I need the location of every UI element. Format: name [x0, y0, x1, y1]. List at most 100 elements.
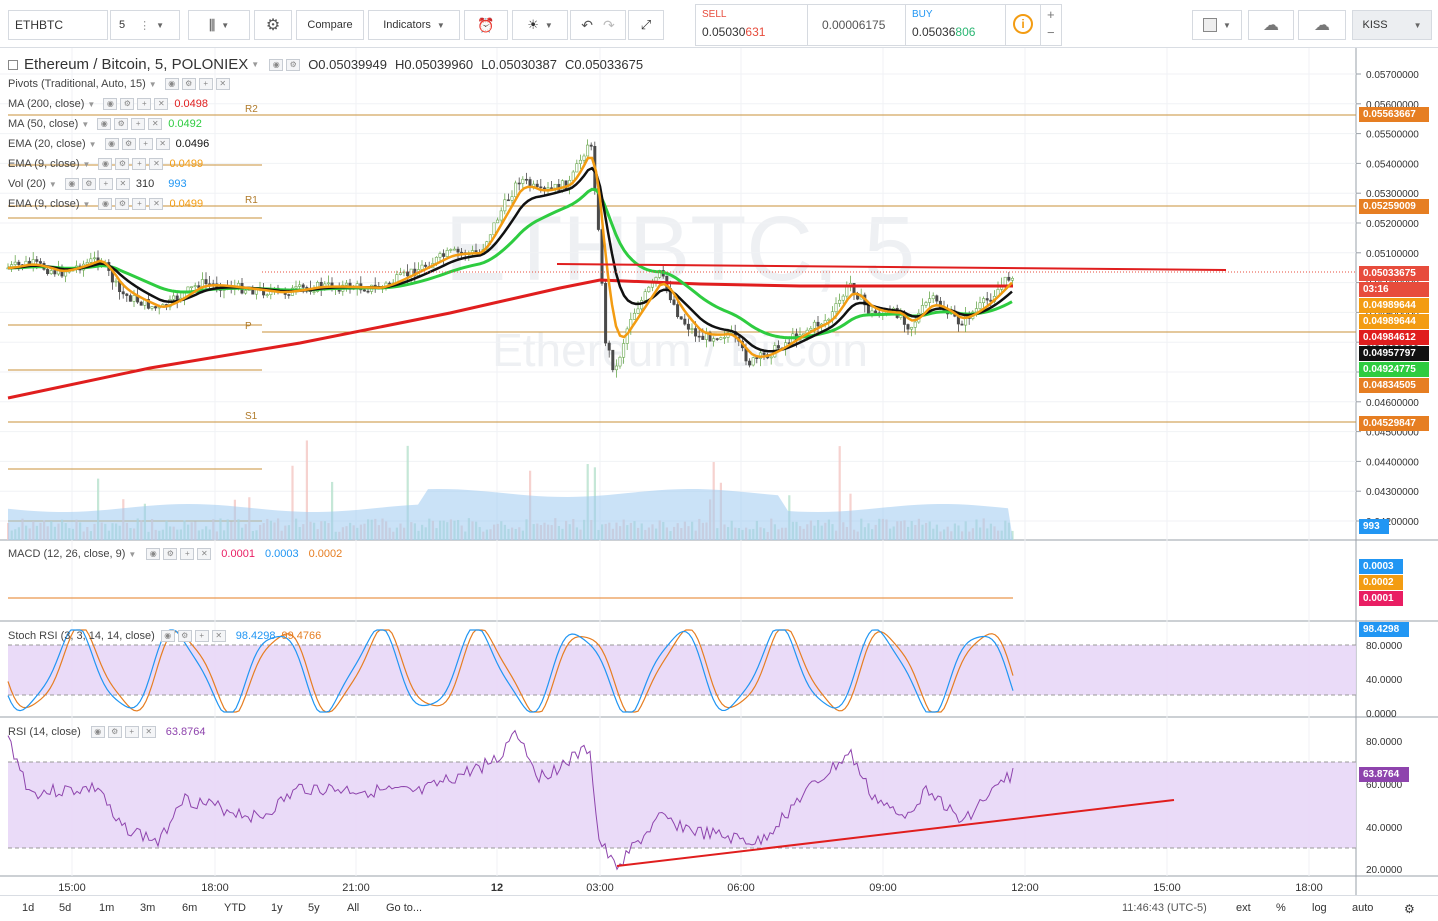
plus-icon[interactable]: + [180, 548, 195, 560]
chart-area[interactable]: ETHBTC, 5 Ethereum / Bitcoin R2 R1 P S1 0.0… [0, 48, 1438, 895]
plus-icon[interactable]: + [138, 138, 153, 150]
gear-icon[interactable]: ⚙ [115, 198, 130, 210]
eye-icon[interactable]: ◉ [98, 198, 113, 210]
eye-icon[interactable]: ◉ [269, 58, 284, 71]
goto-button[interactable]: Go to... [386, 902, 422, 914]
eye-icon[interactable]: ◉ [160, 630, 175, 642]
settings-icon[interactable]: ⚙ [1404, 902, 1415, 916]
chevron-down-icon[interactable]: ▼ [83, 160, 91, 169]
gear-icon[interactable]: ⚙ [107, 726, 122, 738]
collapse-icon[interactable] [8, 59, 18, 70]
chevron-down-icon[interactable]: ▼ [49, 180, 57, 189]
close-icon[interactable]: ✕ [149, 158, 164, 170]
gear-icon[interactable]: ⚙ [120, 98, 135, 110]
chevron-down-icon[interactable]: ▼ [87, 100, 95, 109]
close-icon[interactable]: ✕ [154, 98, 169, 110]
cloud-save-button[interactable]: ☁ [1298, 10, 1346, 40]
minus-icon[interactable]: − [1047, 25, 1055, 40]
compare-button[interactable]: Compare [296, 10, 364, 40]
redo-icon[interactable]: ↷ [603, 17, 615, 34]
plus-icon[interactable]: + [1047, 7, 1055, 22]
indicator-legend[interactable]: MA (200, close) ▼ ◉ ⚙ + ✕ 0.0498 [8, 98, 208, 110]
range-button[interactable]: 1d [22, 902, 34, 914]
range-button[interactable]: 5y [308, 902, 320, 914]
gear-icon[interactable]: ⚙ [286, 58, 301, 71]
drawing-tools-button[interactable]: ☀ ▼ [512, 10, 568, 40]
eye-icon[interactable]: ◉ [64, 178, 79, 190]
candle-body [492, 222, 496, 236]
undo-icon[interactable]: ↶ [581, 17, 593, 34]
indicator-legend[interactable]: EMA (9, close) ▼ ◉ ⚙ + ✕ 0.0499 [8, 158, 203, 170]
buy-button[interactable]: BUY 0.05036806 [906, 5, 1006, 45]
cloud-load-button[interactable]: ☁ [1248, 10, 1294, 40]
info-icon[interactable]: i [1006, 5, 1040, 45]
close-icon[interactable]: ✕ [211, 630, 226, 642]
chart-style-button[interactable]: ⫼ ▼ [188, 10, 250, 40]
chevron-down-icon[interactable]: ▼ [149, 80, 157, 89]
indicators-button[interactable]: Indicators ▼ [368, 10, 460, 40]
gear-icon[interactable]: ⚙ [163, 548, 178, 560]
auto-toggle[interactable]: auto [1352, 902, 1373, 914]
range-button[interactable]: 1y [271, 902, 283, 914]
chevron-down-icon[interactable]: ▼ [128, 550, 136, 559]
range-button[interactable]: YTD [224, 902, 246, 914]
indicator-legend[interactable]: EMA (9, close) ▼ ◉ ⚙ + ✕ 0.0499 [8, 198, 203, 210]
plus-icon[interactable]: + [124, 726, 139, 738]
close-icon[interactable]: ✕ [115, 178, 130, 190]
eye-icon[interactable]: ◉ [146, 548, 161, 560]
log-toggle[interactable]: log [1312, 902, 1327, 914]
gear-icon[interactable]: ⚙ [81, 178, 96, 190]
eye-icon[interactable]: ◉ [104, 138, 119, 150]
qty-stepper[interactable]: + − [1040, 5, 1062, 45]
close-icon[interactable]: ✕ [197, 548, 212, 560]
interval-select[interactable]: 5 ⋮ ▼ [110, 10, 180, 40]
gear-icon[interactable]: ⚙ [177, 630, 192, 642]
indicator-legend[interactable]: EMA (20, close) ▼ ◉ ⚙ + ✕ 0.0496 [8, 138, 209, 150]
settings-button[interactable]: ⚙ [254, 10, 292, 40]
eye-icon[interactable]: ◉ [103, 98, 118, 110]
candle-body [762, 352, 766, 355]
close-icon[interactable]: ✕ [148, 118, 163, 130]
chevron-down-icon[interactable]: ▼ [251, 60, 259, 69]
plus-icon[interactable]: + [132, 158, 147, 170]
close-icon[interactable]: ✕ [149, 198, 164, 210]
plus-icon[interactable]: + [132, 198, 147, 210]
ext-toggle[interactable]: ext [1236, 902, 1251, 914]
alert-button[interactable]: ⏰ [464, 10, 508, 40]
candle-body [388, 282, 392, 285]
range-button[interactable]: 1m [99, 902, 114, 914]
eye-icon[interactable]: ◉ [97, 118, 112, 130]
plus-icon[interactable]: + [131, 118, 146, 130]
close-icon[interactable]: ✕ [155, 138, 170, 150]
indicator-legend[interactable]: Vol (20) ▼ ◉ ⚙ + ✕ 310 993 [8, 178, 187, 190]
fullscreen-button[interactable]: ⤢ [628, 10, 664, 40]
symbol-search-input[interactable]: ETHBTC [8, 10, 108, 40]
plus-icon[interactable]: + [198, 78, 213, 90]
range-button[interactable]: 6m [182, 902, 197, 914]
close-icon[interactable]: ✕ [141, 726, 156, 738]
gear-icon[interactable]: ⚙ [181, 78, 196, 90]
user-menu[interactable]: KISS ▼ [1352, 10, 1432, 40]
gear-icon[interactable]: ⚙ [121, 138, 136, 150]
layout-button[interactable]: ▼ [1192, 10, 1242, 40]
eye-icon[interactable]: ◉ [90, 726, 105, 738]
range-button[interactable]: All [347, 902, 359, 914]
range-button[interactable]: 3m [140, 902, 155, 914]
range-button[interactable]: 5d [59, 902, 71, 914]
plus-icon[interactable]: + [194, 630, 209, 642]
chart-canvas[interactable]: ETHBTC, 5 Ethereum / Bitcoin R2R1PS1 0.0… [0, 48, 1438, 895]
chevron-down-icon[interactable]: ▼ [81, 120, 89, 129]
sell-button[interactable]: SELL 0.05030631 [696, 5, 808, 45]
plus-icon[interactable]: + [137, 98, 152, 110]
chevron-down-icon[interactable]: ▼ [89, 140, 97, 149]
plus-icon[interactable]: + [98, 178, 113, 190]
gear-icon[interactable]: ⚙ [115, 158, 130, 170]
gear-icon[interactable]: ⚙ [114, 118, 129, 130]
close-icon[interactable]: ✕ [215, 78, 230, 90]
percent-toggle[interactable]: % [1276, 902, 1286, 914]
indicator-legend[interactable]: MA (50, close) ▼ ◉ ⚙ + ✕ 0.0492 [8, 118, 202, 130]
indicator-legend[interactable]: Pivots (Traditional, Auto, 15) ▼ ◉ ⚙ + ✕ [8, 78, 236, 90]
eye-icon[interactable]: ◉ [98, 158, 113, 170]
eye-icon[interactable]: ◉ [164, 78, 179, 90]
chevron-down-icon[interactable]: ▼ [83, 200, 91, 209]
